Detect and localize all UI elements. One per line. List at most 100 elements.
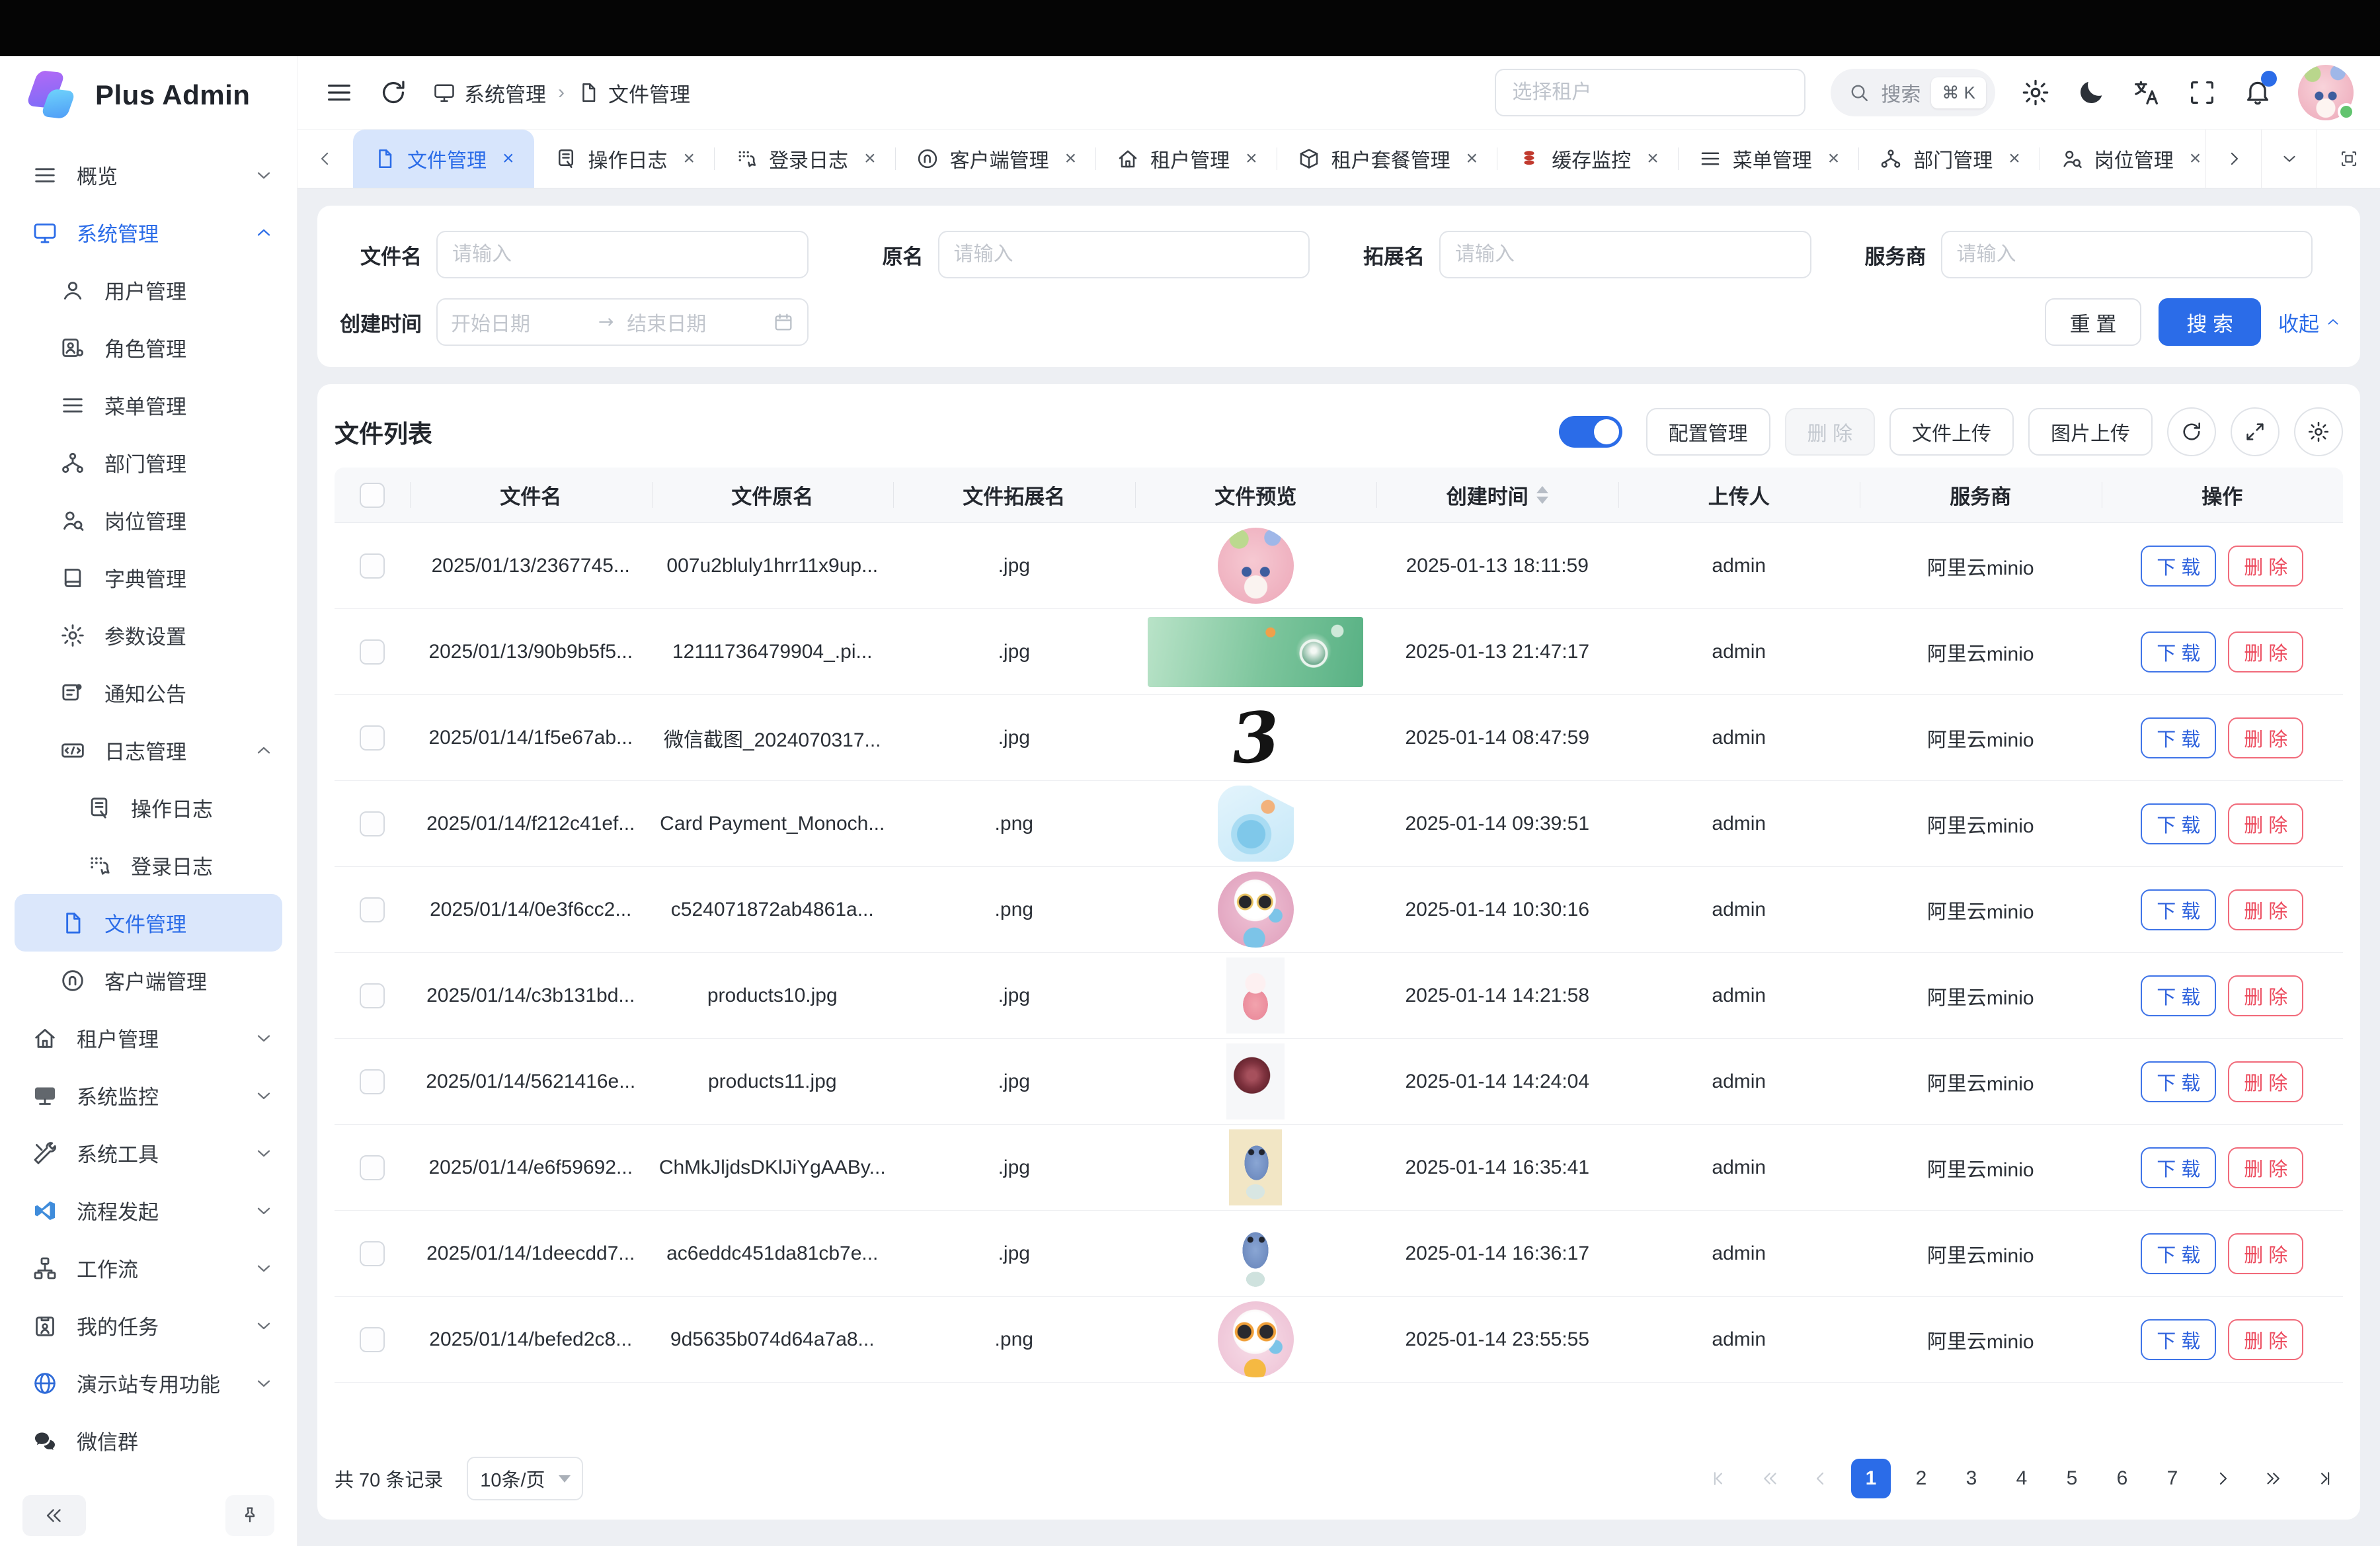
tab-tenant-package[interactable]: 租户套餐管理×	[1277, 130, 1498, 188]
close-icon[interactable]: ×	[1647, 147, 1659, 170]
delete-button[interactable]: 删 除	[2228, 1061, 2303, 1102]
column-header[interactable]: 文件原名	[652, 468, 894, 522]
close-icon[interactable]: ×	[2190, 147, 2202, 170]
tab-login-log[interactable]: 登录日志×	[715, 130, 896, 188]
delete-button[interactable]: 删 除	[2228, 975, 2303, 1016]
row-checkbox[interactable]	[360, 553, 385, 579]
global-search-button[interactable]: 搜索 ⌘ K	[1831, 69, 1995, 116]
close-icon[interactable]: ×	[1246, 147, 1257, 170]
expand-table-button[interactable]	[2231, 407, 2280, 456]
close-icon[interactable]: ×	[864, 147, 876, 170]
sidebar-item-my-tasks[interactable]: 我的任务	[0, 1297, 297, 1354]
preview-image[interactable]	[1148, 617, 1363, 687]
download-button[interactable]: 下 载	[2141, 1147, 2216, 1188]
provider-input[interactable]	[1941, 231, 2313, 278]
sidebar-item-flow-start[interactable]: 流程发起	[0, 1182, 297, 1239]
delete-button[interactable]: 删 除	[1785, 408, 1875, 456]
sidebar-item-file-management[interactable]: 文件管理	[15, 894, 282, 952]
close-icon[interactable]: ×	[684, 147, 695, 170]
sidebar-item-tenant-management[interactable]: 租户管理	[0, 1009, 297, 1067]
tab-menu-management[interactable]: 菜单管理×	[1679, 130, 1860, 188]
column-header[interactable]: 文件拓展名	[893, 468, 1135, 522]
tabs-dropdown-button[interactable]	[2261, 130, 2317, 188]
reset-button[interactable]: 重 置	[2045, 298, 2142, 346]
delete-button[interactable]: 删 除	[2228, 1147, 2303, 1188]
download-button[interactable]: 下 载	[2141, 1233, 2216, 1274]
column-header[interactable]: 创建时间	[1376, 468, 1618, 522]
row-checkbox[interactable]	[360, 1241, 385, 1266]
row-checkbox[interactable]	[360, 897, 385, 922]
extension-input[interactable]	[1439, 231, 1811, 278]
row-checkbox[interactable]	[360, 639, 385, 665]
refresh-page-icon[interactable]	[378, 77, 409, 108]
sidebar-item-log-management[interactable]: 日志管理	[0, 721, 297, 779]
page-1-button[interactable]: 1	[1851, 1459, 1891, 1498]
jump-back-button[interactable]	[1751, 1459, 1790, 1498]
prev-page-button[interactable]	[1801, 1459, 1841, 1498]
content-fullscreen-button[interactable]	[2317, 130, 2380, 188]
date-range-input[interactable]: 开始日期 结束日期	[436, 298, 809, 346]
sidebar-item-post-management[interactable]: 岗位管理	[0, 491, 297, 549]
page-4-button[interactable]: 4	[2002, 1459, 2042, 1498]
sidebar-item-workflow[interactable]: 工作流	[0, 1239, 297, 1297]
user-avatar[interactable]	[2298, 65, 2354, 120]
search-button[interactable]: 搜 索	[2159, 298, 2261, 346]
preview-image[interactable]	[1226, 957, 1285, 1034]
download-button[interactable]: 下 载	[2141, 975, 2216, 1016]
dark-mode-moon-icon[interactable]	[2076, 77, 2106, 108]
breadcrumb-item[interactable]: 文件管理	[576, 78, 690, 108]
preview-image[interactable]	[1218, 872, 1294, 948]
download-button[interactable]: 下 载	[2141, 1061, 2216, 1102]
preview-image[interactable]	[1226, 1043, 1285, 1119]
download-button[interactable]: 下 载	[2141, 1319, 2216, 1360]
sort-icon[interactable]	[1536, 486, 1548, 504]
config-management-button[interactable]: 配置管理	[1646, 408, 1770, 456]
select-all-checkbox[interactable]	[360, 483, 385, 508]
close-icon[interactable]: ×	[2008, 147, 2020, 170]
page-3-button[interactable]: 3	[1952, 1459, 1991, 1498]
delete-button[interactable]: 删 除	[2228, 631, 2303, 672]
tab-file-management[interactable]: 文件管理×	[353, 130, 534, 188]
row-checkbox[interactable]	[360, 1155, 385, 1180]
close-icon[interactable]: ×	[502, 147, 514, 170]
sidebar-collapse-button[interactable]	[22, 1495, 86, 1536]
tabs-scroll-left-button[interactable]	[298, 130, 353, 188]
sidebar-item-param-settings[interactable]: 参数设置	[0, 606, 297, 664]
tab-post-management[interactable]: 岗位管理×	[2040, 130, 2205, 188]
jump-forward-button[interactable]	[2253, 1459, 2293, 1498]
sidebar-item-notice[interactable]: 通知公告	[0, 664, 297, 721]
file-upload-button[interactable]: 文件上传	[1889, 408, 2014, 456]
sidebar-item-system-monitor[interactable]: 系统监控	[0, 1067, 297, 1124]
refresh-list-button[interactable]	[2167, 407, 2216, 456]
row-checkbox[interactable]	[360, 811, 385, 836]
last-page-button[interactable]	[2303, 1459, 2343, 1498]
download-button[interactable]: 下 载	[2141, 631, 2216, 672]
delete-button[interactable]: 删 除	[2228, 889, 2303, 930]
delete-button[interactable]: 删 除	[2228, 546, 2303, 587]
sidebar-item-login-log[interactable]: 登录日志	[0, 836, 297, 894]
hamburger-menu-icon[interactable]	[324, 77, 354, 108]
sidebar-item-wechat-group[interactable]: 微信群	[0, 1412, 297, 1469]
sidebar-pin-button[interactable]	[225, 1495, 274, 1536]
sidebar-item-system-tools[interactable]: 系统工具	[0, 1124, 297, 1182]
row-checkbox[interactable]	[360, 1327, 385, 1352]
tab-dept-management[interactable]: 部门管理×	[1859, 130, 2040, 188]
preview-image[interactable]	[1218, 1301, 1294, 1377]
tab-cache-monitor[interactable]: 缓存监控×	[1497, 130, 1679, 188]
page-5-button[interactable]: 5	[2052, 1459, 2092, 1498]
delete-button[interactable]: 删 除	[2228, 717, 2303, 758]
sidebar-item-menu-management[interactable]: 菜单管理	[0, 376, 297, 434]
sidebar-item-demo-features[interactable]: 演示站专用功能	[0, 1354, 297, 1412]
notifications-button[interactable]	[2242, 76, 2273, 110]
column-header[interactable]: 服务商	[1860, 468, 2102, 522]
tabs-scroll-right-button[interactable]	[2205, 130, 2261, 188]
original-name-input[interactable]	[938, 231, 1310, 278]
preview-image[interactable]: 3	[1196, 700, 1315, 776]
close-icon[interactable]: ×	[1466, 147, 1478, 170]
delete-button[interactable]: 删 除	[2228, 1233, 2303, 1274]
sidebar-item-dict-management[interactable]: 字典管理	[0, 549, 297, 606]
download-button[interactable]: 下 载	[2141, 889, 2216, 930]
column-header[interactable]: 文件名	[410, 468, 652, 522]
preview-image[interactable]	[1229, 1129, 1282, 1205]
download-button[interactable]: 下 载	[2141, 546, 2216, 587]
